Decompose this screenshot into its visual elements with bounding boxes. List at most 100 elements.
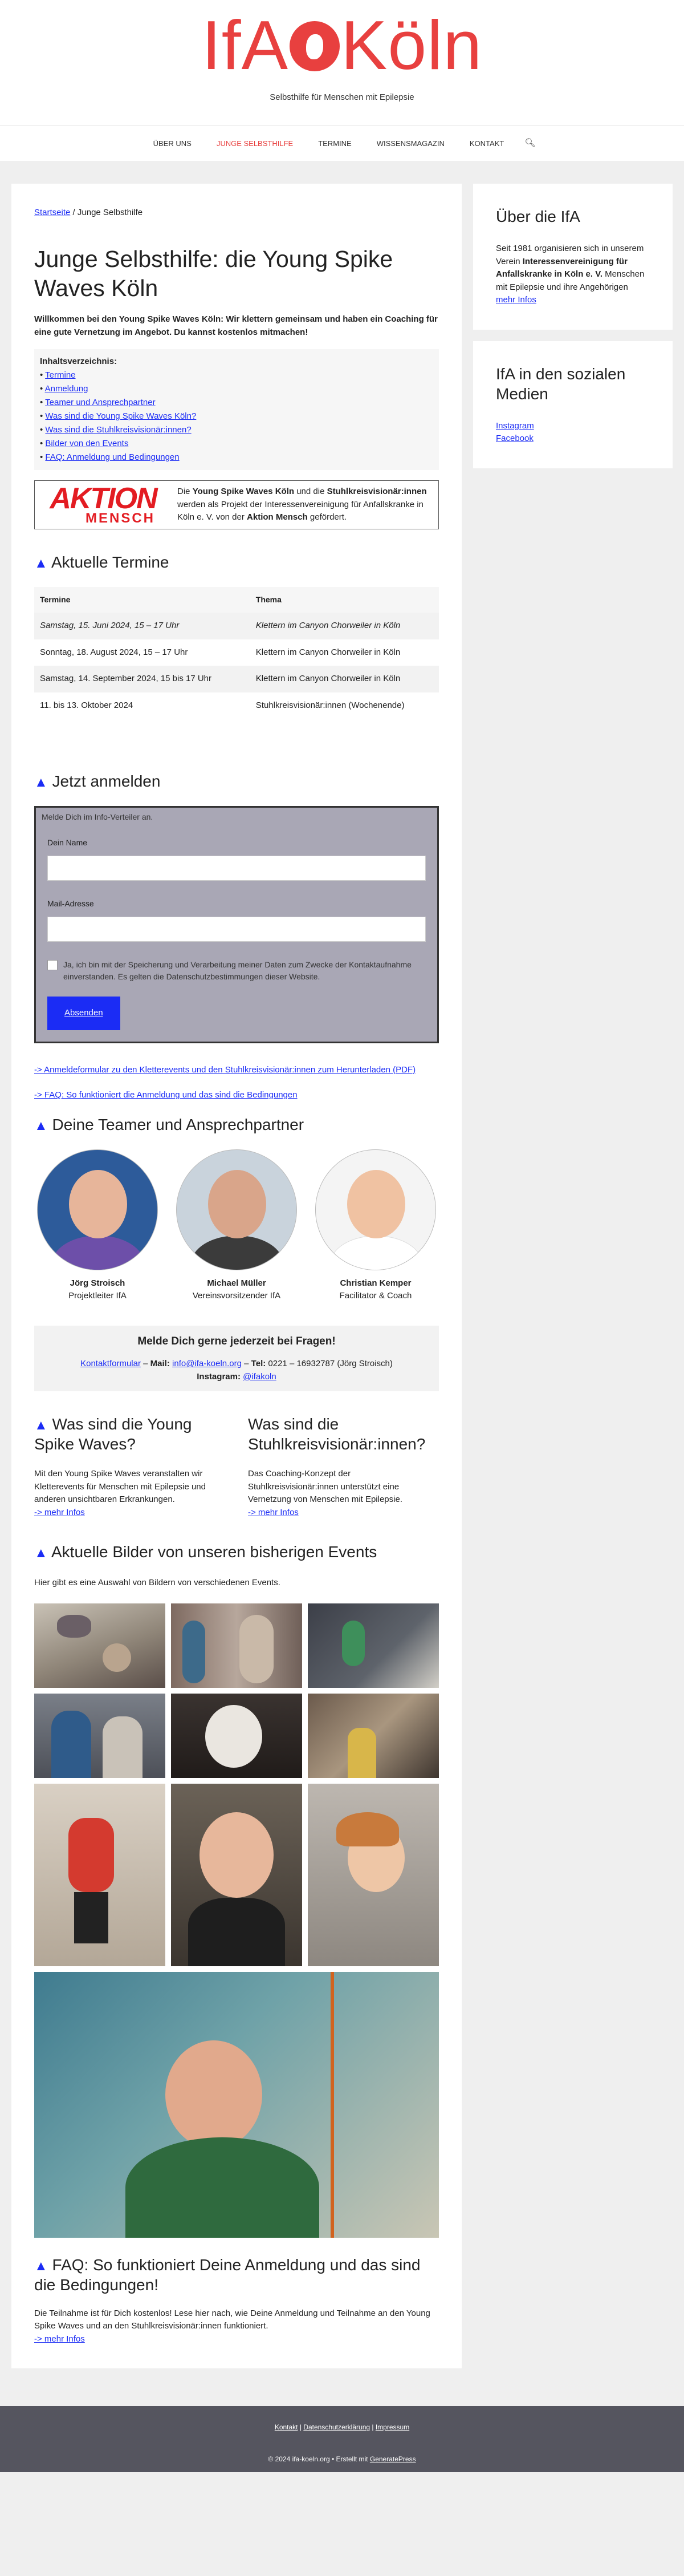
instagram-link[interactable]: @ifakoln [243,1372,276,1382]
team-member: Jörg Stroisch Projektleiter IfA [34,1149,161,1303]
termin-date: Samstag, 15. Juni 2024, 15 – 17 Uhr [34,613,250,639]
facebook-link[interactable]: Facebook [496,434,534,443]
breadcrumb-home-link[interactable]: Startseite [34,208,70,217]
submit-button[interactable]: Absenden [47,997,120,1030]
toc-item: Termine [40,368,433,382]
gallery-photo-large[interactable] [34,1971,439,2238]
member-role: Vereinsvorsitzender IfA [192,1291,281,1301]
termin-date: Sonntag, 18. August 2024, 15 – 17 Uhr [40,647,188,657]
ysw-more-link[interactable]: -> mehr Infos [34,1508,85,1517]
gallery-photo[interactable] [308,1603,439,1688]
nav-item-kontakt[interactable]: KONTAKT [457,138,516,149]
team-member: Michael Müller Vereinsvorsitzender IfA [173,1149,300,1303]
mail-label: Mail-Adresse [47,899,94,909]
skv-column: Was sind die Stuhlkreisvisionär:innen? D… [248,1414,439,1519]
pdf-form-link[interactable]: -> Anmeldeformular zu den Kletterevents … [34,1065,416,1075]
consent-checkbox[interactable] [47,960,58,971]
ysw-heading: ▲ Was sind die Young Spike Waves? [34,1415,192,1453]
gallery-photo[interactable] [171,1693,302,1778]
search-icon[interactable]: 🔍︎ [516,137,543,150]
toc-link-termine[interactable]: Termine [45,370,75,380]
table-header-row: Termine Thema [34,587,439,613]
gallery-photo[interactable] [308,1693,439,1778]
consent-row: Ja, ich bin mit der Speicherung und Vera… [47,959,426,983]
gallery-photo[interactable] [34,1603,165,1688]
gallery-row [34,1603,439,1688]
skv-text: Das Coaching-Konzept der Stuhlkreisvisio… [248,1469,402,1505]
site-tagline: Selbsthilfe für Menschen mit Epilepsie [270,92,414,102]
table-row: Samstag, 15. Juni 2024, 15 – 17 Uhr Klet… [34,613,439,639]
avatar [37,1149,158,1270]
gallery-photo[interactable] [171,1603,302,1688]
faq-heading: ▲ FAQ: So funktioniert Deine Anmeldung u… [34,2255,421,2294]
gallery-photo[interactable] [308,1783,439,1966]
footer-links: Kontakt | Datenschutzerklärung | Impress… [274,2423,410,2432]
toc-link-faq[interactable]: FAQ: Anmeldung und Bedingungen [45,452,179,462]
site-footer: Kontakt | Datenschutzerklärung | Impress… [0,2406,684,2473]
termin-date: Samstag, 14. September 2024, 15 bis 17 U… [34,666,250,692]
member-name: Michael Müller [207,1278,266,1288]
instagram-link[interactable]: Instagram [496,421,534,431]
team-list: Jörg Stroisch Projektleiter IfA Michael … [34,1149,439,1303]
nav-item-wissensmagazin[interactable]: WISSENSMAGAZIN [364,138,457,149]
skv-more-link[interactable]: -> mehr Infos [248,1508,299,1517]
nav-item-junge-selbsthilfe[interactable]: JUNGE SELBSTHILFE [204,138,306,149]
table-of-contents: Inhaltsverzeichnis: Termine Anmeldung Te… [34,349,439,470]
termin-topic: Klettern im Canyon Chorweiler in Köln [255,647,401,657]
triangle-icon: ▲ [34,556,48,572]
toc-item: Was sind die Stuhlkreisvisionär:innen? [40,423,433,437]
logo-text-ifa: IfA [201,6,288,84]
faq-link[interactable]: -> FAQ: So funktioniert die Anmeldung un… [34,1090,298,1100]
toc-link-anmeldung[interactable]: Anmeldung [45,384,88,394]
site-logo[interactable]: IfA Köln [0,7,684,83]
page-layout: Startseite / Junge Selbsthilfe Junge Sel… [0,161,684,2369]
signup-form: Melde Dich im Info-Verteiler an. Dein Na… [34,806,439,1043]
about-more-link[interactable]: mehr Infos [496,295,536,305]
main-content: Startseite / Junge Selbsthilfe Junge Sel… [11,184,462,2369]
gallery-intro: Hier gibt es eine Auswahl von Bildern vo… [34,1578,280,1588]
team-heading: ▲ Deine Teamer und Ansprechpartner [34,1115,304,1133]
name-label: Dein Name [47,838,88,848]
contact-form-link[interactable]: Kontaktformular [80,1359,141,1368]
page-title: Junge Selbsthilfe: die Young Spike Waves… [34,245,393,301]
consent-text: Ja, ich bin mit der Speicherung und Vera… [63,960,412,982]
avatar [315,1149,436,1270]
email-input[interactable] [47,917,426,942]
termine-table: Termine Thema Samstag, 15. Juni 2024, 15… [34,587,439,719]
table-header-thema: Thema [250,587,439,613]
mail-link[interactable]: info@ifa-koeln.org [172,1359,242,1368]
tel-label: Tel: [251,1359,266,1369]
instagram-label: Instagram: [197,1371,241,1382]
footer-link-impressum[interactable]: Impressum [376,2423,409,2431]
page-intro: Willkommen bei den Young Spike Waves Köl… [34,314,438,337]
footer-link-datenschutz[interactable]: Datenschutzerklärung [303,2423,370,2431]
termin-topic: Klettern im Canyon Chorweiler in Köln [250,666,439,692]
brain-logo-icon [289,21,340,71]
gallery-row [34,1693,439,1778]
faq-more-link[interactable]: -> mehr Infos [34,2334,85,2344]
gallery-photo[interactable] [34,1783,165,1966]
anmelden-heading: ▲ Jetzt anmelden [34,772,161,791]
gallery-photo[interactable] [171,1783,302,1966]
breadcrumb: Startseite / Junge Selbsthilfe [34,206,439,220]
nav-item-ueber-uns[interactable]: ÜBER UNS [141,138,204,149]
gallery-photo[interactable] [34,1693,165,1778]
nav-item-termine[interactable]: TERMINE [306,138,364,149]
gallery-row [34,1783,439,1966]
toc-link-young-spike-waves[interactable]: Was sind die Young Spike Waves Köln? [45,411,196,421]
termin-topic: Stuhlkreisvisionär:innen (Wochenende) [255,700,405,710]
toc-link-stuhlkreis[interactable]: Was sind die Stuhlkreisvisionär:innen? [45,425,191,435]
toc-link-bilder[interactable]: Bilder von den Events [45,439,128,448]
toc-link-teamer[interactable]: Teamer und Ansprechpartner [45,398,155,407]
form-hint: Melde Dich im Info-Verteiler an. [42,812,153,822]
table-row: Sonntag, 18. August 2024, 15 – 17 Uhr Kl… [34,639,439,666]
termin-topic: Klettern im Canyon Chorweiler in Köln [250,613,439,639]
triangle-icon: ▲ [34,1117,48,1133]
name-input[interactable] [47,856,426,881]
aktion-mensch-box: AKTION MENSCH Die Young Spike Waves Köln… [34,480,439,530]
generatepress-link[interactable]: GeneratePress [370,2455,416,2463]
triangle-icon: ▲ [34,2258,48,2274]
footer-link-kontakt[interactable]: Kontakt [275,2423,298,2431]
contact-heading: Melde Dich gerne jederzeit bei Fragen! [137,1335,336,1347]
tel-number: 0221 – 16932787 (Jörg Stroisch) [268,1359,393,1369]
